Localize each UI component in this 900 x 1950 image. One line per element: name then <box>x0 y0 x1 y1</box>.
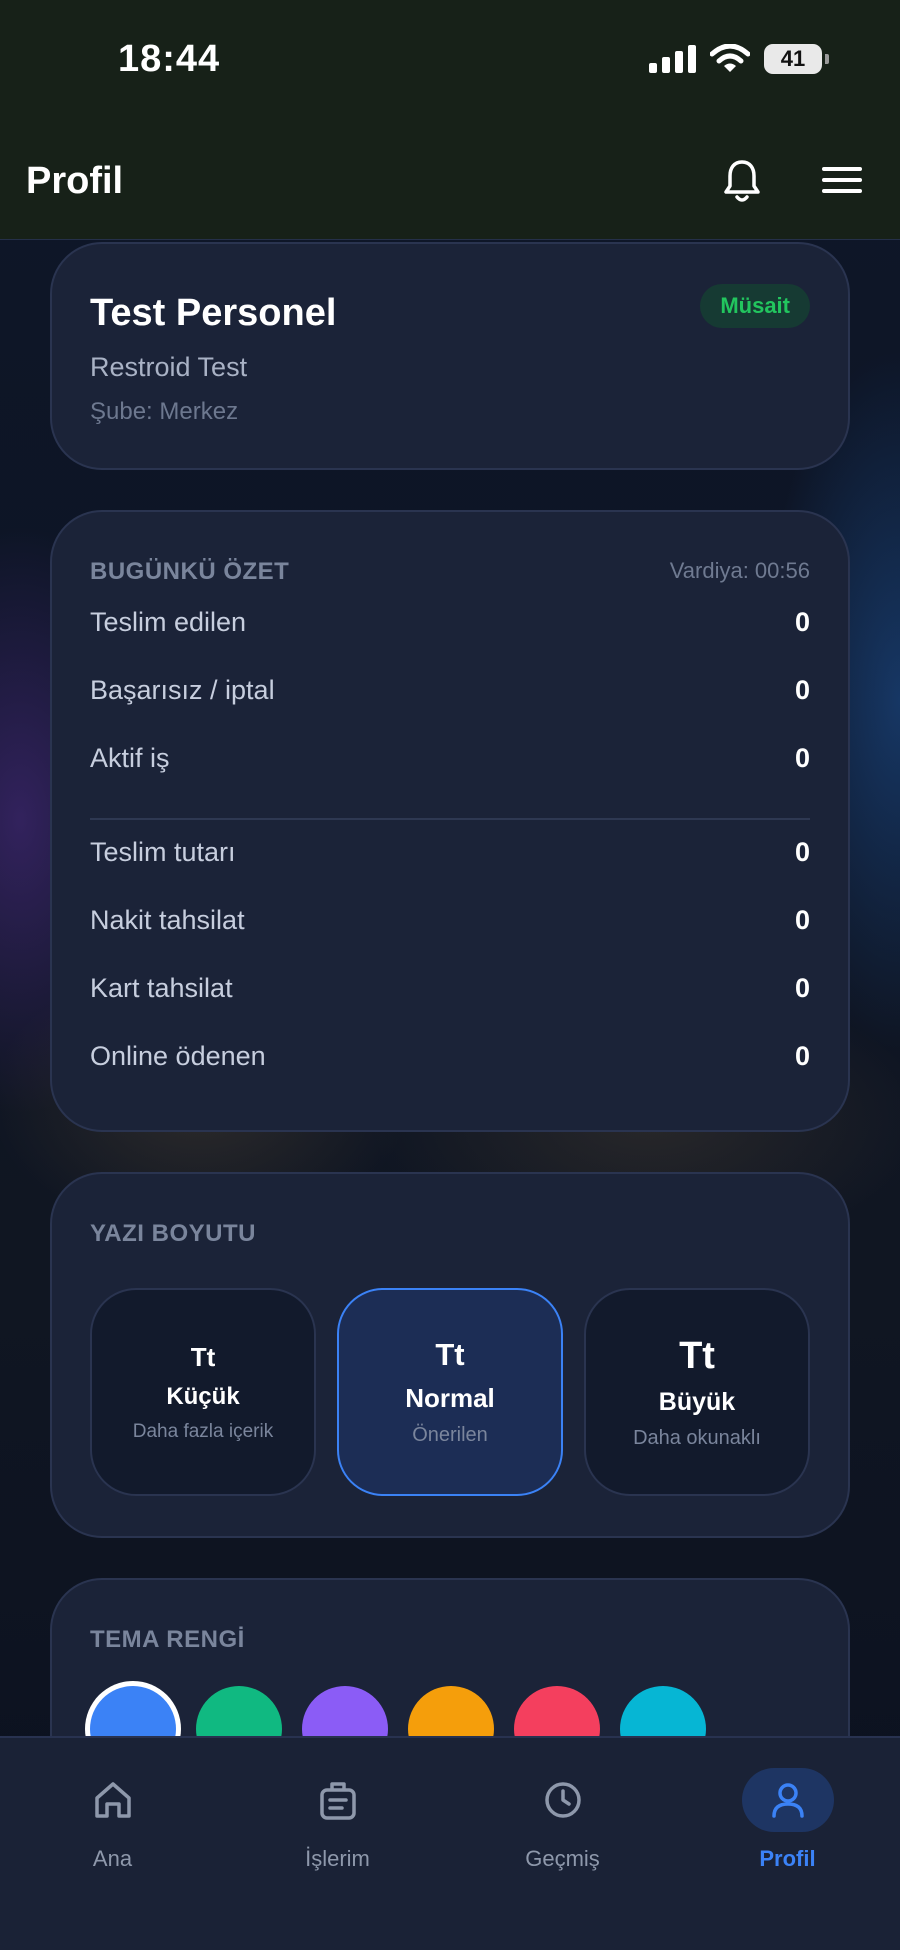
summary-row-delivered: Teslim edilen 0 <box>90 602 810 642</box>
nav-item-my-jobs[interactable]: İşlerim <box>225 1738 450 1950</box>
page-title: Profil <box>26 160 124 202</box>
summary-row-label: Teslim tutarı <box>90 836 236 867</box>
summary-row-value: 0 <box>794 674 810 705</box>
summary-row-value: 0 <box>794 606 810 637</box>
nav-item-history[interactable]: Geçmiş <box>450 1738 675 1950</box>
summary-divider <box>90 818 810 820</box>
summary-title: BUGÜNKÜ ÖZET <box>90 558 290 585</box>
profile-name: Test Personel <box>90 292 337 334</box>
home-icon <box>67 1768 159 1832</box>
nav-item-profile[interactable]: Profil <box>675 1738 900 1950</box>
clock-icon <box>517 1768 609 1832</box>
summary-row-active: Aktif iş 0 <box>90 738 810 778</box>
availability-status-badge[interactable]: Müsait <box>700 284 810 328</box>
nav-label: Geçmiş <box>525 1846 600 1871</box>
user-icon <box>741 1768 834 1832</box>
nav-label: Ana <box>92 1846 133 1871</box>
font-size-title: YAZI BOYUTU <box>90 1220 256 1247</box>
font-size-option-normal[interactable]: Tt Normal Önerilen <box>337 1288 563 1496</box>
summary-row-label: Kart tahsilat <box>90 972 233 1003</box>
summary-row-label: Online ödenen <box>90 1040 266 1071</box>
hamburger-menu-icon[interactable] <box>822 162 862 198</box>
daily-summary-card: BUGÜNKÜ ÖZET Vardiya: 00:56 Teslim edile… <box>50 510 850 1132</box>
profile-card: Test Personel Restroid Test Şube: Merkez… <box>50 242 850 470</box>
wifi-icon <box>710 44 750 72</box>
status-time: 18:44 <box>118 38 221 80</box>
font-size-card: YAZI BOYUTU Tt Küçük Daha fazla içerik T… <box>50 1172 850 1538</box>
summary-row-cash: Nakit tahsilat 0 <box>90 900 810 940</box>
font-size-option-desc: Daha fazla içerik <box>132 1420 274 1442</box>
battery-level: 41 <box>780 46 806 71</box>
bottom-navigation: Ana İşlerim Geçmiş Profil <box>0 1736 900 1950</box>
nav-label: Profil <box>759 1846 816 1871</box>
font-size-option-desc: Önerilen <box>412 1424 488 1446</box>
font-size-glyph: Tt <box>679 1334 715 1377</box>
summary-row-label: Nakit tahsilat <box>90 904 245 935</box>
status-icons: 41 <box>649 44 829 74</box>
font-size-option-label: Büyük <box>658 1387 736 1416</box>
summary-row-failed: Başarısız / iptal 0 <box>90 670 810 710</box>
summary-row-value: 0 <box>794 972 810 1003</box>
summary-row-delivery-amount: Teslim tutarı 0 <box>90 832 810 872</box>
summary-row-value: 0 <box>794 836 810 867</box>
clipboard-icon <box>292 1768 384 1832</box>
cellular-signal-icon <box>649 45 696 73</box>
summary-row-online: Online ödenen 0 <box>90 1036 810 1076</box>
summary-row-value: 0 <box>794 1040 810 1071</box>
summary-row-value: 0 <box>794 742 810 773</box>
summary-row-card: Kart tahsilat 0 <box>90 968 810 1008</box>
font-size-option-small[interactable]: Tt Küçük Daha fazla içerik <box>90 1288 316 1496</box>
theme-color-title: TEMA RENGİ <box>90 1626 245 1653</box>
summary-row-value: 0 <box>794 904 810 935</box>
font-size-option-large[interactable]: Tt Büyük Daha okunaklı <box>584 1288 810 1496</box>
summary-row-label: Başarısız / iptal <box>90 674 275 705</box>
nav-item-home[interactable]: Ana <box>0 1738 225 1950</box>
profile-company: Restroid Test <box>90 352 248 382</box>
summary-row-label: Aktif iş <box>90 742 170 773</box>
nav-label: İşlerim <box>305 1846 370 1871</box>
font-size-option-label: Küçük <box>166 1382 240 1410</box>
battery-icon: 41 <box>764 44 829 74</box>
summary-row-label: Teslim edilen <box>90 606 247 637</box>
status-bar: 18:44 41 <box>0 0 900 120</box>
shift-duration: Vardiya: 00:56 <box>669 558 810 583</box>
profile-branch: Şube: Merkez <box>90 398 239 425</box>
font-size-option-label: Normal <box>405 1383 495 1413</box>
app-header: Profil <box>0 120 900 240</box>
font-size-option-desc: Daha okunaklı <box>633 1426 761 1449</box>
font-size-glyph: Tt <box>190 1341 216 1372</box>
font-size-glyph: Tt <box>435 1337 465 1372</box>
notification-bell-icon[interactable] <box>722 158 762 204</box>
